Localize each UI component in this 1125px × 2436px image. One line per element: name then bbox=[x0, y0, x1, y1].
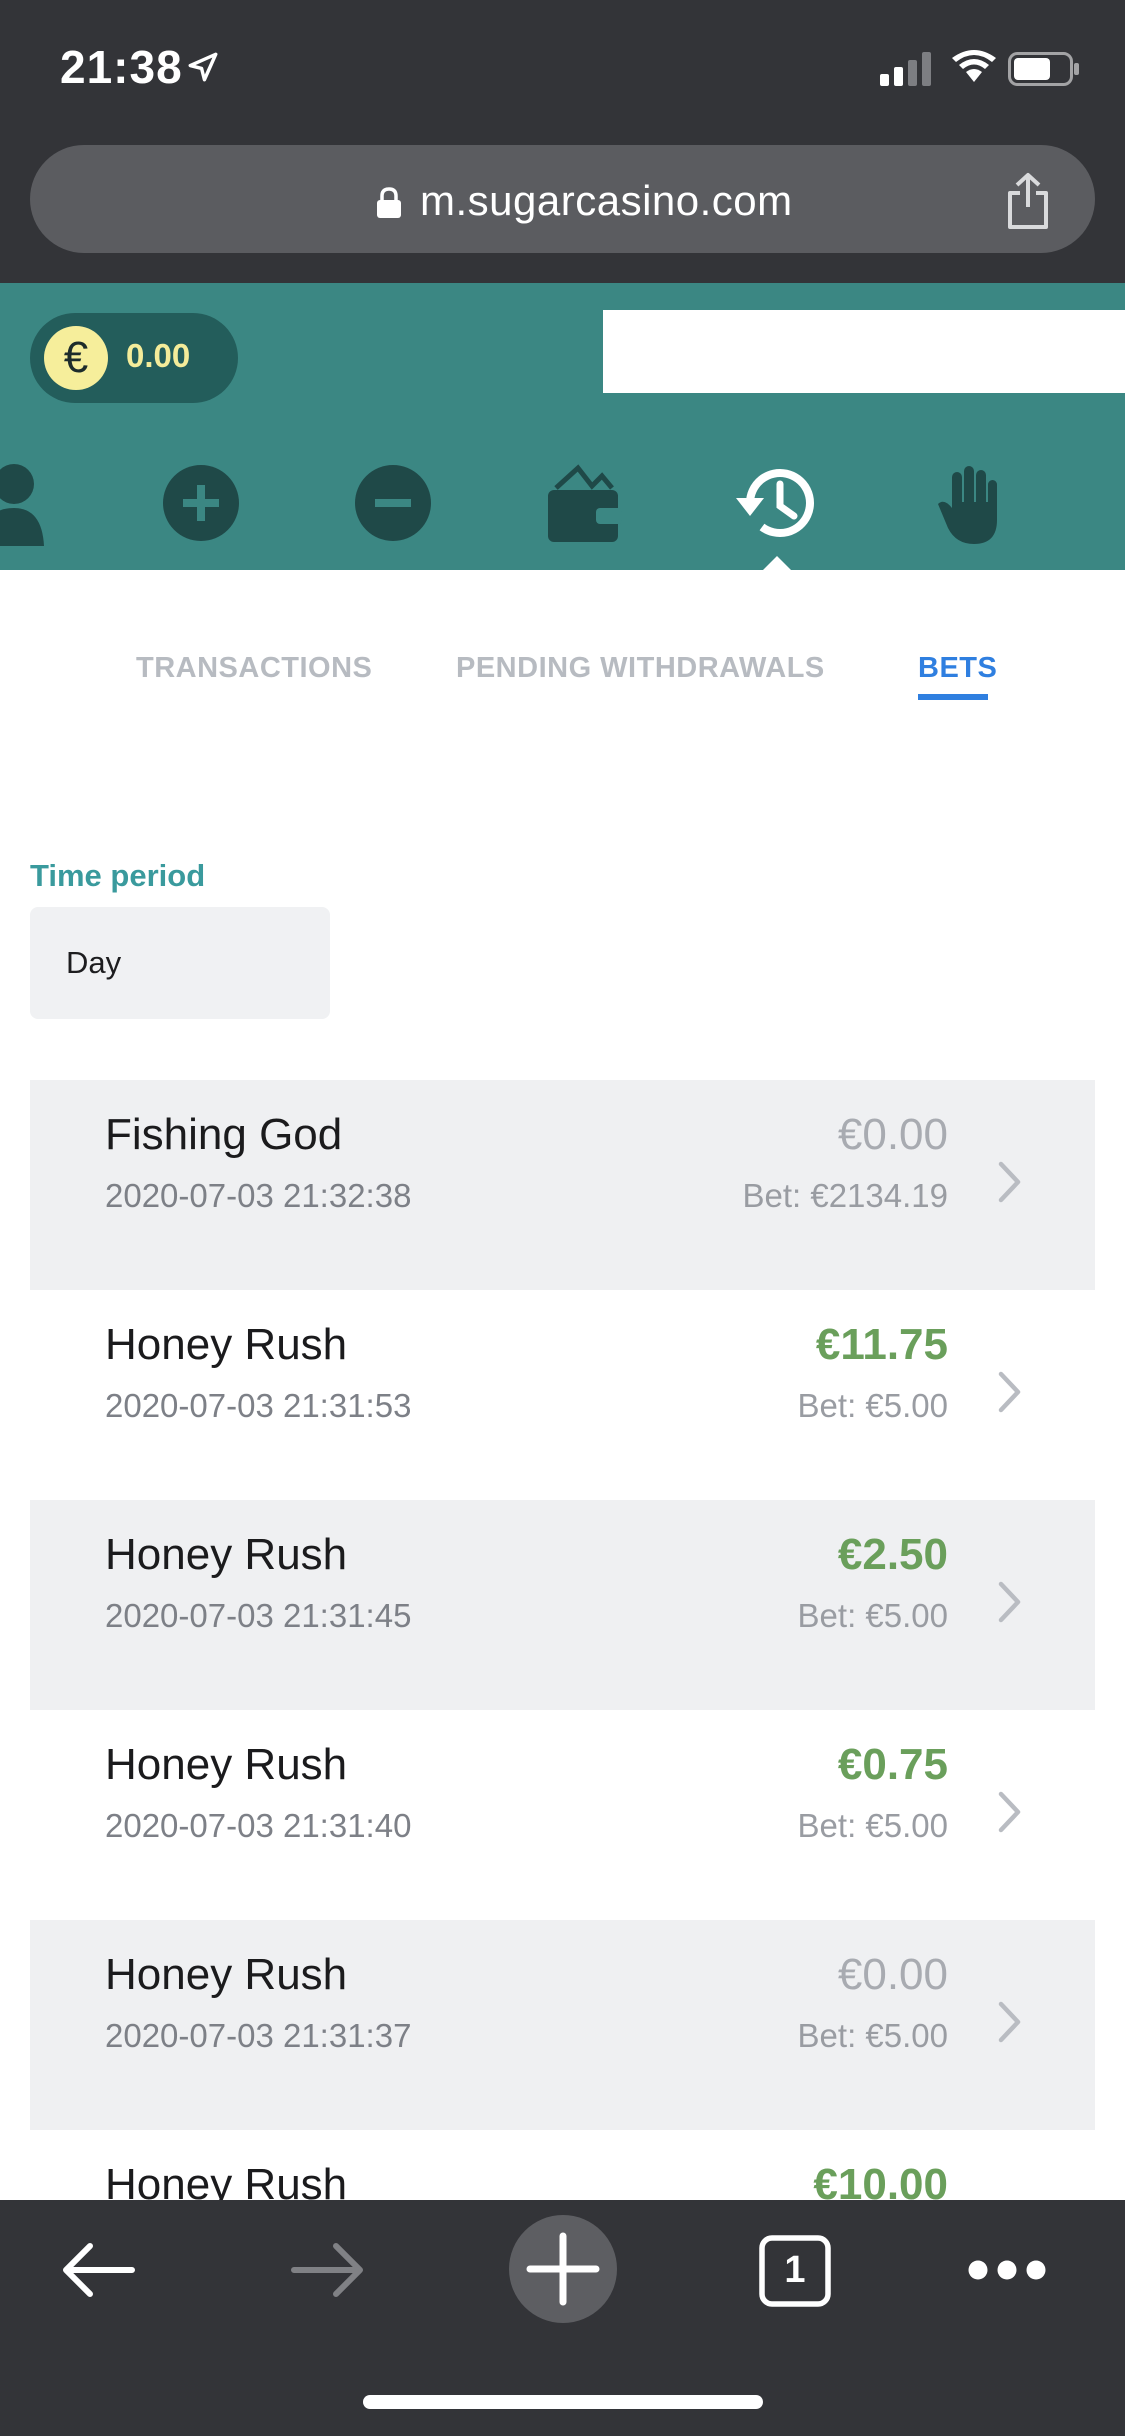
chevron-right-icon bbox=[998, 1371, 1021, 1413]
hand-icon[interactable] bbox=[924, 458, 1014, 548]
site-header: € 0.00 bbox=[0, 283, 1125, 571]
time-period-label: Time period bbox=[30, 858, 206, 893]
back-arrow-icon[interactable] bbox=[58, 2240, 138, 2300]
bet-row[interactable]: Honey Rush 2020-07-03 21:31:45 €2.50 Bet… bbox=[30, 1500, 1095, 1710]
bet-row[interactable]: Honey Rush 2020-07-03 21:31:53 €11.75 Be… bbox=[30, 1290, 1095, 1500]
chevron-right-icon bbox=[998, 1581, 1021, 1623]
chevron-right-icon bbox=[998, 1791, 1021, 1833]
battery-icon bbox=[1008, 52, 1079, 86]
chevron-right-icon bbox=[998, 2001, 1021, 2043]
bet-game-name: Honey Rush bbox=[105, 1740, 348, 1789]
wifi-icon bbox=[952, 50, 996, 82]
active-nav-indicator bbox=[762, 556, 792, 571]
balance-pill[interactable]: € 0.00 bbox=[30, 313, 238, 403]
history-icon[interactable] bbox=[732, 458, 822, 548]
bet-win-amount: €0.00 bbox=[837, 1950, 948, 1999]
bet-win-amount: €2.50 bbox=[837, 1530, 948, 1579]
time-period-select[interactable]: Day bbox=[30, 907, 330, 1019]
home-indicator[interactable] bbox=[363, 2395, 763, 2409]
bet-datetime: 2020-07-03 21:31:37 bbox=[105, 2017, 412, 2054]
plus-circle-icon[interactable] bbox=[156, 458, 246, 548]
bet-stake: Bet: €5.00 bbox=[797, 2017, 948, 2054]
lock-icon bbox=[377, 187, 401, 218]
cellular-signal-icon bbox=[880, 52, 931, 86]
browser-chrome: m.sugarcasino.com bbox=[0, 137, 1125, 283]
bet-game-name: Honey Rush bbox=[105, 1950, 348, 1999]
share-icon[interactable] bbox=[1002, 171, 1054, 231]
wallet-icon[interactable] bbox=[540, 458, 630, 548]
tab-bets[interactable]: BETS bbox=[918, 652, 997, 685]
url-text: m.sugarcasino.com bbox=[420, 177, 793, 224]
time-period-value: Day bbox=[66, 945, 122, 980]
bet-stake: Bet: €2134.19 bbox=[742, 1177, 948, 1214]
bet-stake: Bet: €5.00 bbox=[797, 1387, 948, 1424]
active-tab-underline bbox=[918, 694, 988, 700]
bet-row[interactable]: Honey Rush 2020-07-03 21:31:37 €0.00 Bet… bbox=[30, 1920, 1095, 2130]
status-bar: 21:38 bbox=[0, 0, 1125, 137]
tabs-count-button[interactable]: 1 bbox=[758, 2234, 832, 2308]
tab-pending-withdrawals[interactable]: PENDING WITHDRAWALS bbox=[456, 652, 825, 685]
address-bar[interactable]: m.sugarcasino.com bbox=[30, 145, 1095, 253]
tab-count: 1 bbox=[784, 2249, 806, 2291]
minus-circle-icon[interactable] bbox=[348, 458, 438, 548]
chevron-right-icon bbox=[998, 1161, 1021, 1203]
bet-datetime: 2020-07-03 21:31:45 bbox=[105, 1597, 412, 1634]
bet-row[interactable]: Honey Rush 2020-07-03 21:31:40 €0.75 Bet… bbox=[30, 1710, 1095, 1920]
tab-transactions[interactable]: TRANSACTIONS bbox=[136, 652, 372, 685]
bet-datetime: 2020-07-03 21:31:40 bbox=[105, 1807, 412, 1844]
location-arrow-icon bbox=[188, 52, 218, 82]
bet-stake: Bet: €5.00 bbox=[797, 1597, 948, 1634]
bet-datetime: 2020-07-03 21:32:38 bbox=[105, 1177, 412, 1214]
bet-datetime: 2020-07-03 21:31:53 bbox=[105, 1387, 412, 1424]
bet-win-amount: €0.75 bbox=[837, 1740, 948, 1789]
bet-row[interactable]: Fishing God 2020-07-03 21:32:38 €0.00 Be… bbox=[30, 1080, 1095, 1290]
balance-amount: 0.00 bbox=[126, 337, 191, 374]
more-options-icon[interactable] bbox=[966, 2258, 1048, 2282]
user-icon[interactable] bbox=[0, 458, 80, 548]
bet-win-amount: €11.75 bbox=[815, 1320, 948, 1369]
bet-win-amount: €0.00 bbox=[837, 1110, 948, 1159]
bet-game-name: Fishing God bbox=[105, 1110, 343, 1159]
bet-stake: Bet: €5.00 bbox=[797, 1807, 948, 1844]
bet-list: Fishing God 2020-07-03 21:32:38 €0.00 Be… bbox=[30, 1080, 1095, 2340]
euro-coin-icon: € bbox=[44, 326, 108, 390]
bet-game-name: Honey Rush bbox=[105, 1320, 348, 1369]
header-banner-area bbox=[603, 310, 1125, 393]
forward-arrow-icon[interactable] bbox=[288, 2240, 368, 2300]
bet-game-name: Honey Rush bbox=[105, 1530, 348, 1579]
new-tab-plus-icon[interactable] bbox=[508, 2214, 618, 2324]
status-time: 21:38 bbox=[60, 41, 183, 93]
